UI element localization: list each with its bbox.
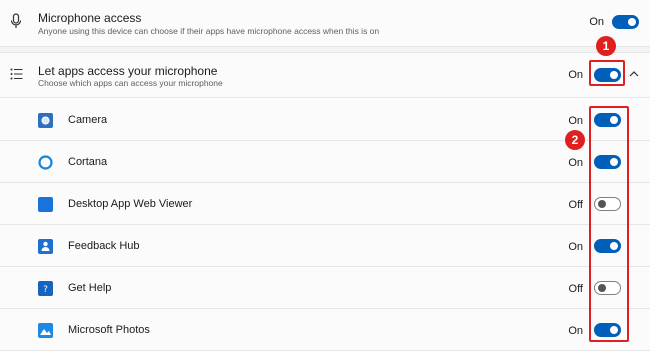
chevron-up-icon[interactable] [629,70,639,78]
callout-badge-1: 1 [596,36,616,56]
cortana-app-icon [38,155,53,170]
list-icon [10,68,23,80]
app-name: Feedback Hub [68,240,140,252]
camera-app-icon [38,113,53,128]
feedback-hub-app-icon [38,239,53,254]
get-help-app-icon: ? [38,281,53,296]
let-apps-access-card: Let apps access your microphone Choose w… [0,52,650,98]
svg-text:?: ? [43,285,48,295]
app-state: On [568,241,583,253]
callout-badge-2: 2 [565,130,585,150]
app-name: Cortana [68,156,108,168]
app-name: Get Help [68,282,112,294]
app-row: Feedback Hub On [0,225,650,267]
photos-app-icon [38,323,53,338]
app-row: Desktop App Web Viewer Off [0,183,650,225]
app-state: Off [568,199,583,211]
app-row: Camera On [0,99,650,141]
web-viewer-app-icon [38,197,53,212]
microphone-access-description: Anyone using this device can choose if t… [38,26,380,36]
microphone-access-title: Microphone access [38,11,142,25]
callout-box-2 [589,106,629,342]
app-name: Desktop App Web Viewer [68,198,193,210]
toggle-knob [628,18,636,26]
microphone-access-toggle[interactable] [612,15,639,29]
app-state: On [568,115,583,127]
microphone-access-state: On [589,16,604,28]
app-state: On [568,325,583,337]
let-apps-access-description: Choose which apps can access your microp… [38,78,223,88]
app-name: Microsoft Photos [68,324,150,336]
let-apps-access-state: On [568,69,583,81]
app-name: Camera [68,114,108,126]
microphone-icon [10,13,22,28]
app-row: Cortana On [0,141,650,183]
callout-box-1 [589,60,625,86]
microphone-access-card: Microphone access Anyone using this devi… [0,0,650,47]
app-state: On [568,157,583,169]
let-apps-access-title: Let apps access your microphone [38,64,218,78]
app-state: Off [568,283,583,295]
app-row: ? Get Help Off [0,267,650,309]
